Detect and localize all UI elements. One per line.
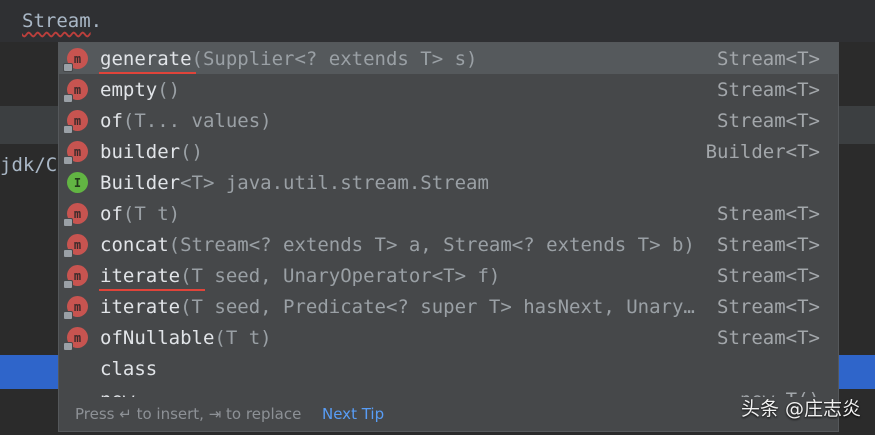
completion-item-ofnullable[interactable]: m ofNullable(T t) Stream<T> <box>59 322 838 353</box>
completion-footer: Press ↵ to insert, ⇥ to replace Next Tip <box>59 397 838 431</box>
method-icon: m <box>64 296 88 319</box>
completion-item-label: of(T t) <box>100 202 181 225</box>
lock-icon <box>64 95 72 102</box>
stream-token: Stream <box>22 10 91 32</box>
code-completion-popup[interactable]: m generate(Supplier<? extends T> s) Stre… <box>58 42 839 432</box>
watermark: 头条 @庄志炎 <box>740 398 861 420</box>
completion-item-label: of(T... values) <box>100 109 272 132</box>
completion-hint: Press ↵ to insert, ⇥ to replace <box>75 405 302 423</box>
interface-icon: I <box>67 172 88 193</box>
completion-item-label: ofNullable(T t) <box>100 326 272 349</box>
lock-icon <box>64 126 72 133</box>
method-icon: m <box>64 110 88 133</box>
lock-icon <box>64 250 72 257</box>
method-icon: m <box>64 79 88 102</box>
method-icon: m <box>64 141 88 164</box>
method-icon: m <box>64 234 88 257</box>
completion-item-iterate-unary[interactable]: m iterate(T seed, UnaryOperator<T> f) St… <box>59 260 838 291</box>
completion-item-label: iterate(T seed, UnaryOperator<T> f) <box>100 264 501 287</box>
completion-item-label: empty() <box>100 78 181 101</box>
lock-icon <box>64 281 72 288</box>
completion-item-concat[interactable]: m concat(Stream<? extends T> a, Stream<?… <box>59 229 838 260</box>
completion-item-return-type: Stream<T> <box>717 202 820 225</box>
completion-item-builder-interface[interactable]: I Builder<T> java.util.stream.Stream <box>59 167 838 198</box>
code-text[interactable]: Stream. <box>22 10 102 32</box>
completion-item-iterate-predicate[interactable]: m iterate(T seed, Predicate<? super T> h… <box>59 291 838 322</box>
method-icon: m <box>64 203 88 226</box>
completion-item-return-type: Stream<T> <box>717 78 820 101</box>
completion-item-label: iterate(T seed, Predicate<? super T> has… <box>100 295 695 318</box>
editor-code-line[interactable]: Stream. <box>0 0 875 42</box>
lock-icon <box>64 219 72 226</box>
lock-icon <box>64 157 72 164</box>
method-icon: m <box>64 265 88 288</box>
lock-icon <box>64 343 72 350</box>
method-icon: m <box>64 48 88 71</box>
completion-item-return-type: Stream<T> <box>717 264 820 287</box>
completion-item-empty[interactable]: m empty() Stream<T> <box>59 74 838 105</box>
completion-item-generate[interactable]: m generate(Supplier<? extends T> s) Stre… <box>59 43 838 74</box>
next-tip-link[interactable]: Next Tip <box>322 405 384 423</box>
dot-token: . <box>90 10 103 32</box>
completion-item-of-single[interactable]: m of(T t) Stream<T> <box>59 198 838 229</box>
completion-item-of-varargs[interactable]: m of(T... values) Stream<T> <box>59 105 838 136</box>
completion-item-label: class <box>100 357 158 380</box>
completion-item-return-type: Stream<T> <box>717 109 820 132</box>
completion-item-return-type: Stream<T> <box>717 47 820 70</box>
completion-item-label: builder() <box>100 140 203 163</box>
method-icon: m <box>64 327 88 350</box>
completion-item-class[interactable]: class <box>59 353 838 384</box>
lock-icon <box>64 312 72 319</box>
completion-item-label: concat(Stream<? extends T> a, Stream<? e… <box>100 233 695 256</box>
completion-item-builder[interactable]: m builder() Builder<T> <box>59 136 838 167</box>
completion-item-return-type: Builder<T> <box>705 140 820 163</box>
lock-icon <box>64 64 72 71</box>
completion-item-label: generate(Supplier<? extends T> s) <box>100 47 478 70</box>
completion-item-label: Builder<T> java.util.stream.Stream <box>100 171 489 194</box>
completion-item-return-type: Stream<T> <box>717 233 820 256</box>
completion-item-return-type: Stream<T> <box>717 295 820 318</box>
completion-item-return-type: Stream<T> <box>717 326 820 349</box>
